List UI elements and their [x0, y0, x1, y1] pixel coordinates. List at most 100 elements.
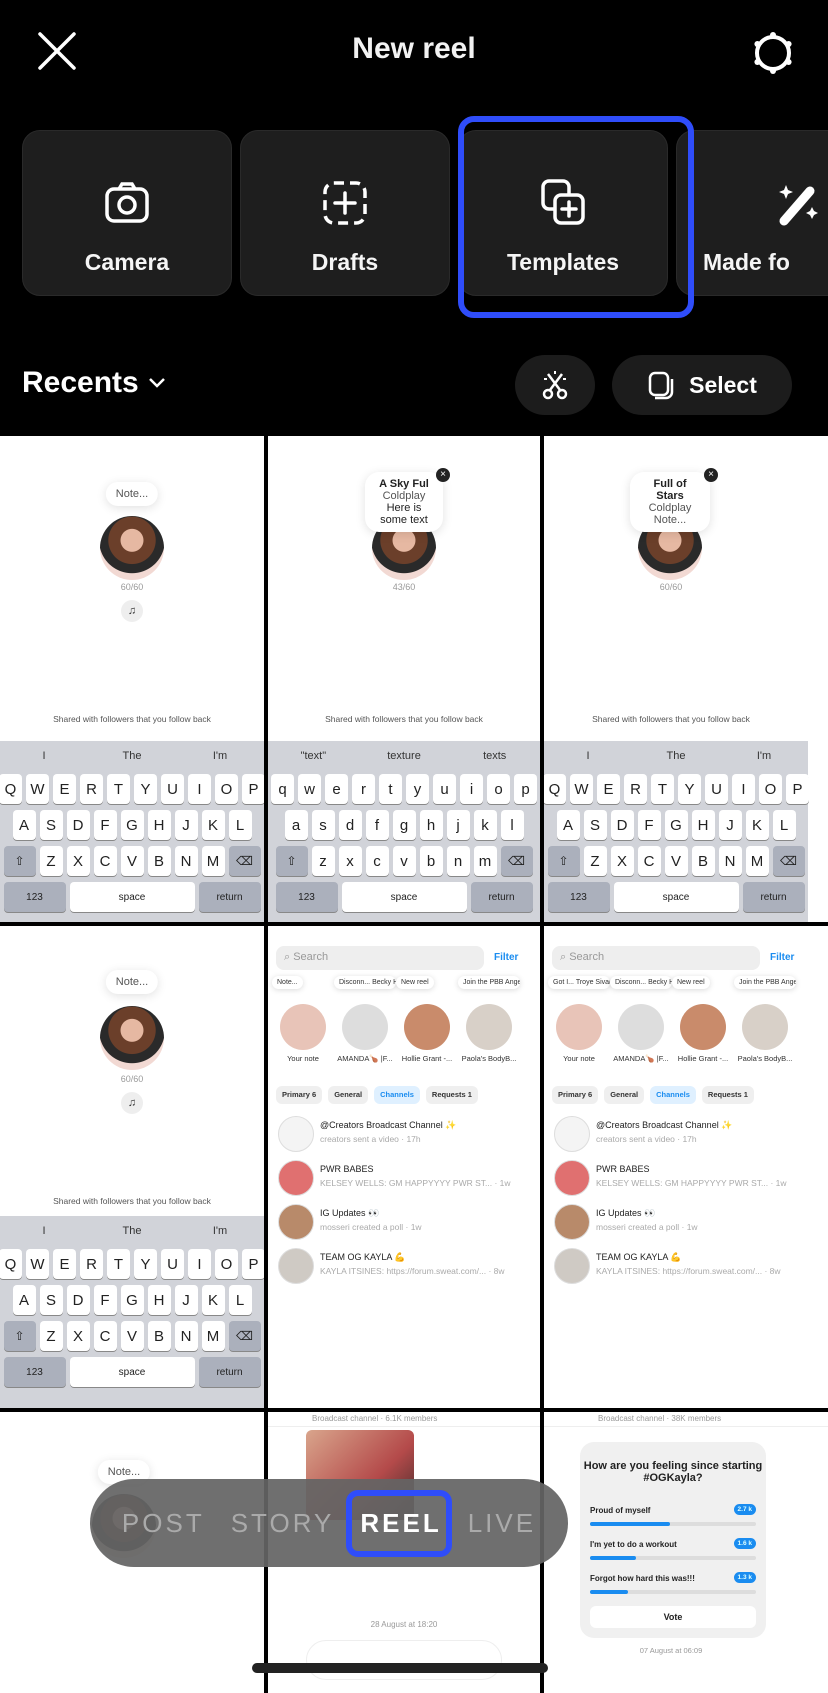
key[interactable]: D [610, 810, 634, 840]
return-key[interactable]: return [470, 882, 533, 912]
key[interactable]: E [53, 1249, 76, 1279]
key[interactable]: X [610, 846, 634, 876]
key[interactable]: Y [678, 774, 701, 804]
story-item[interactable]: Hollie Grant -... [678, 1004, 728, 1063]
made-for-you-card[interactable]: Made fo [676, 130, 828, 296]
key[interactable]: V [120, 1321, 144, 1351]
thumbnail-6[interactable]: ⌕ Search Filter Your note Got I... Troye Si… [544, 926, 828, 1408]
key[interactable]: E [597, 774, 620, 804]
chip-primary[interactable]: Primary 6 [552, 1086, 599, 1104]
key[interactable]: H [147, 810, 171, 840]
key[interactable]: S [39, 810, 63, 840]
thumbnail-4[interactable]: Note... 60/60 ♫ Shared with followers th… [0, 926, 264, 1408]
key[interactable]: T [107, 1249, 130, 1279]
story-item[interactable]: Paola's BodyB... [738, 1004, 792, 1063]
key[interactable]: f [365, 810, 389, 840]
suggestion[interactable]: The [632, 750, 720, 762]
key[interactable]: X [66, 846, 90, 876]
key[interactable]: P [242, 774, 264, 804]
story-item[interactable]: AMANDA🍗 |F... [337, 1004, 393, 1063]
key[interactable]: P [242, 1249, 264, 1279]
key[interactable]: e [325, 774, 348, 804]
camera-card[interactable]: Camera [22, 130, 232, 296]
story-item[interactable]: Your note [280, 1004, 326, 1063]
space-key[interactable]: space [69, 1357, 195, 1387]
suggestion[interactable]: The [88, 750, 176, 762]
delete-key[interactable]: ⌫ [228, 846, 261, 876]
key[interactable]: K [201, 810, 225, 840]
chip-general[interactable]: General [604, 1086, 645, 1104]
select-button[interactable]: Select [612, 355, 792, 415]
key[interactable]: Q [0, 1249, 22, 1279]
key[interactable]: v [392, 846, 416, 876]
key[interactable]: G [120, 810, 144, 840]
return-key[interactable]: return [742, 882, 805, 912]
key[interactable]: F [637, 810, 661, 840]
key[interactable]: J [174, 1285, 198, 1315]
key[interactable]: G [120, 1285, 144, 1315]
filter-button[interactable]: Filter [770, 952, 794, 963]
key[interactable]: o [487, 774, 510, 804]
key[interactable]: J [718, 810, 742, 840]
key[interactable]: P [786, 774, 809, 804]
chat-row[interactable]: TEAM OG KAYLA 💪 KAYLA ITSINES: https://fo… [554, 1248, 822, 1286]
key[interactable]: Q [0, 774, 22, 804]
delete-key[interactable]: ⌫ [772, 846, 805, 876]
shift-key[interactable]: ⇧ [547, 846, 580, 876]
space-key[interactable]: space [341, 882, 467, 912]
chat-row[interactable]: PWR BABES KELSEY WELLS: GM HAPPYYYY PWR S… [278, 1160, 534, 1198]
chip-channels[interactable]: Channels [374, 1086, 420, 1104]
key[interactable]: I [188, 774, 211, 804]
album-selector[interactable]: Recents [22, 366, 167, 400]
return-key[interactable]: return [198, 882, 261, 912]
numbers-key[interactable]: 123 [3, 882, 66, 912]
key[interactable]: W [26, 774, 49, 804]
key[interactable]: r [352, 774, 375, 804]
space-key[interactable]: space [613, 882, 739, 912]
key[interactable]: O [215, 1249, 238, 1279]
key[interactable]: N [718, 846, 742, 876]
suggestion[interactable]: I'm [176, 750, 264, 762]
key[interactable]: I [188, 1249, 211, 1279]
key[interactable]: W [26, 1249, 49, 1279]
key[interactable]: I [732, 774, 755, 804]
chat-row[interactable]: @Creators Broadcast Channel ✨ creators se… [278, 1116, 534, 1154]
key[interactable]: M [745, 846, 769, 876]
key[interactable]: C [93, 846, 117, 876]
suggestion[interactable]: I'm [176, 1225, 264, 1237]
key[interactable]: z [311, 846, 335, 876]
key[interactable]: H [691, 810, 715, 840]
thumbnail-1[interactable]: Note... 60/60 ♫ Shared with followers th… [0, 436, 264, 922]
key[interactable]: l [500, 810, 524, 840]
chip-primary[interactable]: Primary 6 [276, 1086, 323, 1104]
poll-option[interactable]: Proud of myself 2.7 k [590, 1504, 756, 1536]
settings-button[interactable] [750, 30, 796, 76]
suggestion[interactable]: The [88, 1225, 176, 1237]
key[interactable]: O [759, 774, 782, 804]
key[interactable]: N [174, 1321, 198, 1351]
numbers-key[interactable]: 123 [3, 1357, 66, 1387]
key[interactable]: E [53, 774, 76, 804]
key[interactable]: A [12, 1285, 36, 1315]
thumbnail-2[interactable]: A Sky Ful Coldplay Here is some text × 4… [268, 436, 540, 922]
chip-general[interactable]: General [328, 1086, 369, 1104]
chip-requests[interactable]: Requests 1 [701, 1086, 754, 1104]
key[interactable]: Q [544, 774, 566, 804]
search-input[interactable]: ⌕ Search [276, 946, 484, 970]
search-input[interactable]: ⌕ Search [552, 946, 760, 970]
key[interactable]: w [298, 774, 321, 804]
key[interactable]: O [215, 774, 238, 804]
delete-key[interactable]: ⌫ [500, 846, 533, 876]
filter-button[interactable]: Filter [494, 952, 518, 963]
key[interactable]: U [161, 774, 184, 804]
key[interactable]: Y [134, 1249, 157, 1279]
key[interactable]: t [379, 774, 402, 804]
suggestion[interactable]: I'm [720, 750, 808, 762]
key[interactable]: h [419, 810, 443, 840]
key[interactable]: L [228, 810, 252, 840]
key[interactable]: U [705, 774, 728, 804]
key[interactable]: Y [134, 774, 157, 804]
key[interactable]: H [147, 1285, 171, 1315]
poll-option[interactable]: Forgot how hard this was!!! 1.3 k [590, 1572, 756, 1604]
key[interactable]: k [473, 810, 497, 840]
